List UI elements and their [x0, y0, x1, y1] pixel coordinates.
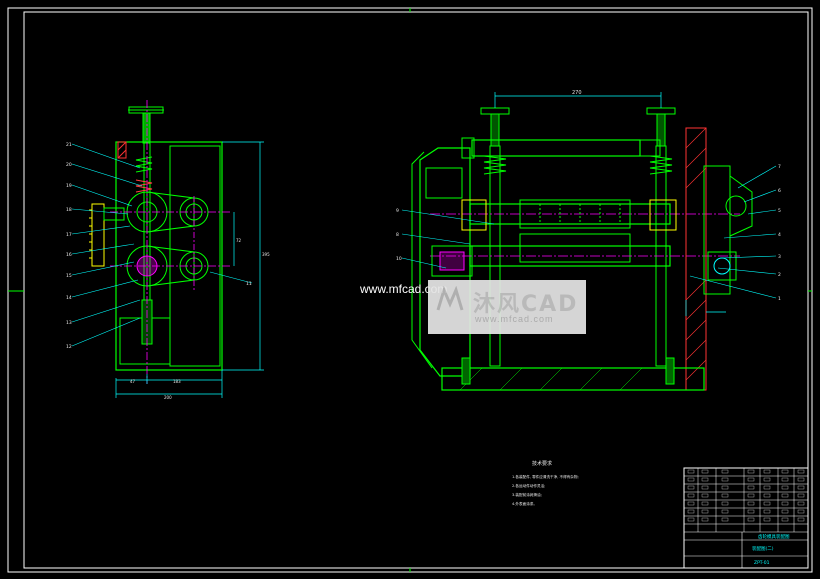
svg-text:47: 47 — [130, 379, 136, 384]
part-number: 1 — [778, 296, 781, 302]
part-callout-15: 15 — [66, 261, 135, 279]
part-callout-13: 13 — [66, 299, 141, 326]
notes-line-3: 3.装配前涂润滑油; — [512, 492, 542, 497]
part-callout-2: 2 — [717, 267, 781, 278]
part-number: 14 — [66, 295, 72, 301]
part-number: 18 — [66, 207, 72, 213]
notes-line-4: 4.外表面涂漆。 — [512, 501, 537, 506]
part-callout-14: 14 — [66, 279, 139, 301]
notes-title: 技术要求 — [532, 460, 552, 467]
part-callout-3: 3 — [721, 254, 781, 260]
svg-text:395: 395 — [262, 252, 270, 257]
svg-text:183: 183 — [173, 379, 181, 384]
part-callout-11: 11 — [209, 271, 253, 287]
part-number: 13 — [66, 320, 72, 326]
part-number: 4 — [778, 232, 781, 238]
part-number: 2 — [778, 272, 781, 278]
svg-text:72: 72 — [236, 238, 242, 243]
svg-text:200: 200 — [164, 395, 172, 400]
notes-line-2: 2.各运动件动作灵活; — [512, 483, 545, 488]
part-number: 9 — [396, 208, 399, 214]
part-number: 17 — [66, 232, 72, 238]
part-number: 7 — [778, 164, 781, 170]
part-number: 3 — [778, 254, 781, 260]
part-callout-16: 16 — [66, 243, 135, 258]
watermark-logo: 沐风CAD www.mfcad.com — [428, 280, 586, 334]
left-part-callouts: 21 20 19 18 17 16 15 14 13 12 11 — [66, 142, 253, 350]
part-number: 12 — [66, 344, 72, 350]
part-callout-21: 21 — [66, 142, 141, 169]
part-callout-5: 5 — [747, 208, 781, 215]
part-number: 10 — [396, 256, 402, 262]
part-number: 15 — [66, 273, 72, 279]
part-number: 21 — [66, 142, 72, 148]
left-handwheel — [128, 106, 164, 144]
part-number: 8 — [396, 232, 399, 238]
right-front-view: 270 — [411, 90, 753, 391]
part-number: 6 — [778, 188, 781, 194]
part-number: 11 — [246, 281, 252, 287]
mfcad-logo-icon — [436, 286, 464, 311]
part-number: 20 — [66, 162, 72, 168]
title-block-code: ZPT-01 — [754, 560, 770, 566]
top-dimension-text: 270 — [572, 90, 582, 96]
part-callout-7: 7 — [737, 164, 781, 189]
part-callout-12: 12 — [66, 317, 141, 350]
part-callout-20: 20 — [66, 162, 143, 187]
watermark-url: www.mfcad.com — [475, 314, 554, 324]
left-side-view: 47 183 200 395 72 — [89, 100, 270, 400]
part-callout-19: 19 — [66, 183, 133, 207]
technical-notes: 技术要求 1.各装配件, 零件应清洗干净, 不得有杂物; 2.各运动件动作灵活;… — [512, 460, 579, 506]
notes-line-1: 1.各装配件, 零件应清洗干净, 不得有杂物; — [512, 474, 579, 479]
part-callout-10: 10 — [396, 256, 447, 269]
part-callout-8: 8 — [396, 232, 471, 245]
title-block-sub: 装配图(二) — [752, 545, 774, 552]
part-number: 5 — [778, 208, 781, 214]
part-callout-9: 9 — [396, 208, 495, 225]
title-block: 齿轮模具装配图装配图(二) ZPT-01 — [683, 467, 809, 569]
title-block-name: 齿轮模具装配图 — [758, 533, 790, 540]
part-number: 19 — [66, 183, 72, 189]
part-callout-17: 17 — [66, 225, 131, 238]
part-number: 16 — [66, 252, 72, 258]
